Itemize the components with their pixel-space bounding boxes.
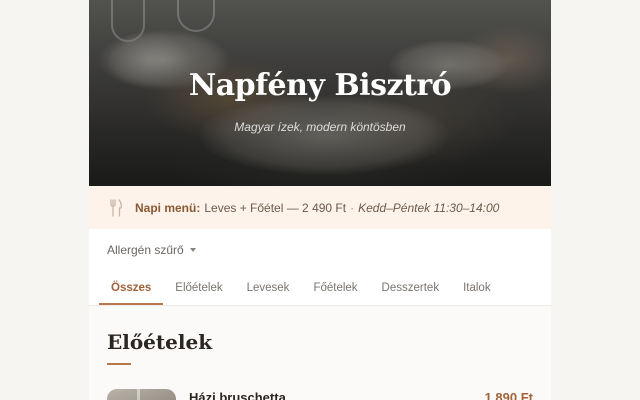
restaurant-subtitle: Magyar ízek, modern köntösben (234, 120, 406, 134)
dish-price: 1 890 Ft (484, 390, 533, 400)
wine-glass-image (177, 0, 215, 32)
tab-levesek[interactable]: Levesek (235, 270, 302, 305)
dish-image[interactable] (107, 389, 176, 400)
hero-banner: Napfény Bisztró Magyar ízek, modern könt… (89, 0, 551, 186)
tab-osszes[interactable]: Összes (99, 270, 164, 305)
plate-image (199, 95, 449, 175)
wine-glass-image (111, 0, 145, 42)
daily-menu-banner: Napi menü: Leves + Főétel — 2 490 Ft · K… (89, 186, 551, 230)
tab-label: Italok (463, 281, 491, 294)
tab-label: Összes (111, 281, 152, 294)
tab-label: Főételek (313, 281, 358, 294)
tab-italok[interactable]: Italok (451, 270, 503, 305)
tab-label: Desszertek (381, 281, 440, 294)
allergen-filter-button[interactable]: Allergén szűrő (107, 243, 196, 257)
tab-label: Levesek (246, 281, 290, 294)
fork-knife-icon (110, 198, 122, 217)
section-title: Előételek (107, 330, 213, 354)
dish-name[interactable]: Házi bruschetta (189, 390, 286, 400)
allergen-filter-label: Allergén szűrő (107, 242, 184, 257)
tab-eloetelek[interactable]: Előételek (163, 270, 234, 305)
allergen-filter-bar: Allergén szűrő (89, 229, 551, 271)
category-tabs: Összes Előételek Levesek Főételek Dessze… (89, 270, 551, 306)
section-divider (107, 363, 131, 365)
menu-page: Napfény Bisztró Magyar ízek, modern könt… (89, 0, 551, 400)
daily-menu-label: Napi menü: (135, 200, 201, 215)
chevron-down-icon (189, 247, 196, 252)
daily-menu-text: Leves + Főétel — 2 490 Ft (204, 200, 347, 215)
restaurant-title: Napfény Bisztró (188, 68, 452, 103)
tab-label: Előételek (175, 281, 223, 294)
tab-foetelek[interactable]: Főételek (301, 270, 369, 305)
daily-menu-separator: · (350, 200, 355, 215)
daily-menu-time: Kedd–Péntek 11:30–14:00 (358, 200, 500, 215)
tab-desszertek[interactable]: Desszertek (370, 270, 452, 305)
